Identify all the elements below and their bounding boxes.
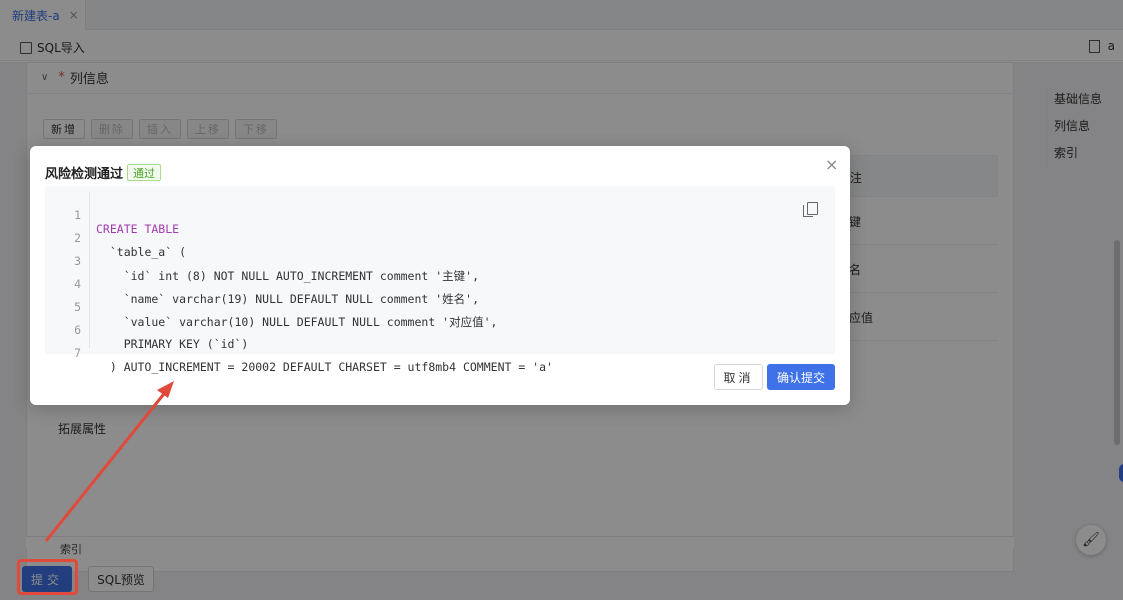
risk-check-modal: 风险检测通过 通过 × 1 CREATE TABLE 2 `table_a` (… [30, 146, 850, 405]
line-number: 7 [74, 346, 81, 360]
status-badge: 通过 [127, 164, 162, 181]
modal-title-text: 风险检测通过 [45, 167, 124, 182]
close-icon[interactable]: × [825, 155, 838, 174]
line-code: ) AUTO_INCREMENT = 20002 DEFAULT CHARSET… [96, 360, 553, 374]
copy-icon[interactable] [803, 202, 818, 217]
submit-highlight-box [17, 559, 78, 595]
modal-title: 风险检测通过 通过 [45, 163, 162, 182]
sql-code-block: 1 CREATE TABLE 2 `table_a` ( 3 `id` int … [45, 186, 835, 374]
cancel-button[interactable]: 取消 [714, 364, 763, 390]
code-line: 1 CREATE TABLE [45, 194, 835, 236]
code-line: 6 PRIMARY KEY (`id`) [45, 309, 835, 351]
code-line: 2 `table_a` ( [45, 217, 835, 259]
confirm-submit-button[interactable]: 确认提交 [767, 364, 835, 390]
code-line: 3 `id` int (8) NOT NULL AUTO_INCREMENT c… [45, 240, 835, 283]
code-line: 7 ) AUTO_INCREMENT = 20002 DEFAULT CHARS… [45, 332, 835, 374]
code-line: 5 `value` varchar(10) NULL DEFAULT NULL … [45, 286, 835, 329]
code-line: 4 `name` varchar(19) NULL DEFAULT NULL c… [45, 263, 835, 306]
